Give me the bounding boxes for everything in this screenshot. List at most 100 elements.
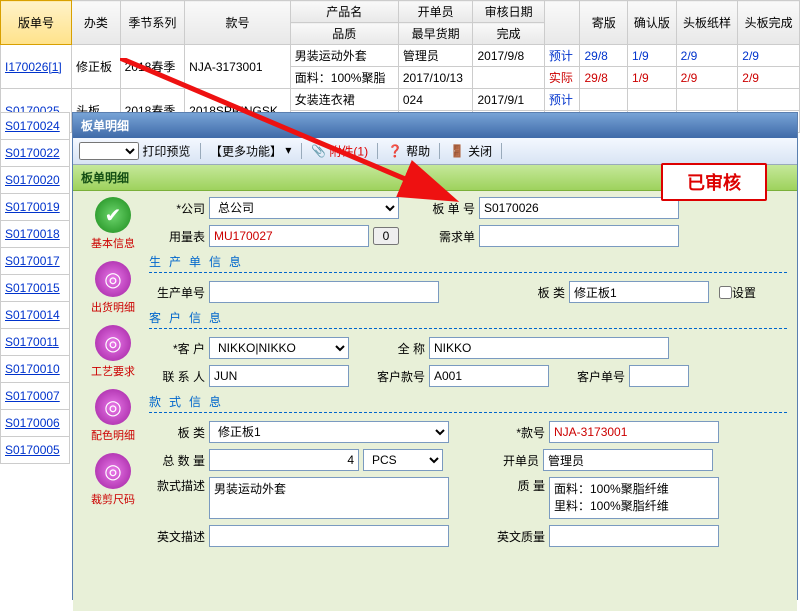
module-icon: ◎ — [95, 325, 131, 361]
bancat-field[interactable] — [569, 281, 709, 303]
banno-field[interactable] — [479, 197, 679, 219]
toolbar: 打印预览 【更多功能】 ▾ 📎 附件(1) ❓ 帮助 🚪 关闭 — [73, 138, 797, 165]
toolbar-select[interactable] — [79, 142, 139, 160]
detail-form: *公司 总公司 板 单 号 用量表 0 需求单 生产单信息 生产单号 板 类 设… — [149, 197, 787, 547]
fullname-label: 全 称 — [369, 340, 425, 357]
section-customer: 客户信息 — [149, 309, 787, 329]
module-icon: ◎ — [95, 261, 131, 297]
door-icon: 🚪 — [450, 144, 465, 158]
approved-stamp: 已审核 — [661, 163, 767, 201]
table-row: I170026[1] 修正板 2018春季 NJA-3173001 男装运动外套… — [1, 45, 800, 67]
nav-item[interactable]: ◎裁剪尺码 — [83, 453, 143, 507]
quality-label: 质 量 — [489, 477, 545, 494]
quality-field[interactable]: 面料：100%聚脂纤维 里料：100%聚脂纤维 — [549, 477, 719, 519]
col-confirm[interactable]: 确认版 — [628, 1, 677, 45]
customer-select[interactable]: NIKKO|NIKKO — [209, 337, 349, 359]
col-sample-done[interactable]: 头板完成 — [738, 1, 800, 45]
custban-field[interactable] — [629, 365, 689, 387]
opener-field[interactable] — [543, 449, 713, 471]
sidebar-link[interactable]: S0170024 — [5, 119, 60, 133]
col-season[interactable]: 季节系列 — [120, 1, 185, 45]
setting-checkbox[interactable] — [719, 286, 732, 299]
nav-item[interactable]: ✔基本信息 — [83, 197, 143, 251]
usage-label: 用量表 — [149, 228, 205, 245]
sidebar-link[interactable]: S0170022 — [5, 146, 60, 160]
eng-label: 英文描述 — [149, 528, 205, 545]
col-send[interactable]: 寄版 — [580, 1, 628, 45]
col-earliest[interactable]: 最早货期 — [398, 23, 473, 45]
sidebar-link[interactable]: S0170006 — [5, 416, 60, 430]
bancat2-select[interactable]: 修正板1 — [209, 421, 449, 443]
detail-panel: 板单明细 打印预览 【更多功能】 ▾ 📎 附件(1) ❓ 帮助 🚪 关闭 板单明… — [72, 112, 798, 600]
attachment-button[interactable]: 附件(1) — [329, 145, 368, 159]
row-link[interactable]: I170026[1] — [5, 60, 62, 74]
nav-item[interactable]: ◎出货明细 — [83, 261, 143, 315]
usage-button[interactable]: 0 — [373, 227, 399, 245]
company-select[interactable]: 总公司 — [209, 197, 399, 219]
desc-label: 款式描述 — [149, 477, 205, 494]
custno-label: 客户款号 — [369, 368, 425, 385]
sidebar-link[interactable]: S0170015 — [5, 281, 60, 295]
usage-field[interactable] — [209, 225, 369, 247]
sidebar-link[interactable]: S0170017 — [5, 254, 60, 268]
col-opener[interactable]: 开单员 — [398, 1, 473, 23]
sidebar-link[interactable]: S0170010 — [5, 362, 60, 376]
customer-label: *客 户 — [149, 340, 205, 357]
desc-field[interactable]: 男装运动外套 — [209, 477, 449, 519]
sidebar-link[interactable]: S0170019 — [5, 200, 60, 214]
section-style: 款式信息 — [149, 393, 787, 413]
col-audit[interactable]: 审核日期 — [473, 1, 544, 23]
eng-field[interactable] — [209, 525, 449, 547]
sidebar-link[interactable]: S0170020 — [5, 173, 60, 187]
help-icon: ❓ — [388, 144, 403, 158]
sidebar-list: S0170024 S0170022 S0170020 S0170019 S0170018… — [0, 112, 70, 464]
banno-label: 板 单 号 — [419, 200, 475, 217]
module-icon: ◎ — [95, 389, 131, 425]
demand-field[interactable] — [479, 225, 679, 247]
engq-field[interactable] — [549, 525, 719, 547]
col-cat[interactable]: 办类 — [72, 1, 121, 45]
col-quality[interactable]: 品质 — [290, 23, 398, 45]
qty-field[interactable] — [209, 449, 359, 471]
fullname-field[interactable] — [429, 337, 669, 359]
col-style[interactable]: 款号 — [185, 1, 291, 45]
col-prod[interactable]: 产品名 — [290, 1, 398, 23]
paperclip-icon: 📎 — [311, 144, 326, 158]
contact-field[interactable] — [209, 365, 349, 387]
col-done[interactable]: 完成 — [473, 23, 544, 45]
side-nav: ✔基本信息 ◎出货明细 ◎工艺要求 ◎配色明细 ◎裁剪尺码 — [83, 197, 143, 517]
section-production: 生产单信息 — [149, 253, 787, 273]
more-menu[interactable]: 【更多功能】 ▾ — [210, 143, 291, 157]
unit-select[interactable]: PCS — [363, 449, 443, 471]
sidebar-link[interactable]: S0170011 — [5, 335, 59, 349]
nav-item[interactable]: ◎配色明细 — [83, 389, 143, 443]
sidebar-link[interactable]: S0170007 — [5, 389, 60, 403]
sidebar-link[interactable]: S0170005 — [5, 443, 60, 457]
setting-label: 设置 — [732, 284, 756, 301]
custban-label: 客户单号 — [569, 368, 625, 385]
col-sample[interactable]: 头板纸样 — [676, 1, 738, 45]
col-blank[interactable] — [544, 1, 580, 45]
prodno-label: 生产单号 — [149, 284, 205, 301]
custno-field[interactable] — [429, 365, 549, 387]
sidebar-link[interactable]: S0170018 — [5, 227, 60, 241]
nav-item[interactable]: ◎工艺要求 — [83, 325, 143, 379]
company-label: *公司 — [149, 200, 205, 217]
styleno-field[interactable] — [549, 421, 719, 443]
print-preview-button[interactable]: 打印预览 — [142, 145, 190, 159]
help-button[interactable]: 帮助 — [406, 145, 430, 159]
sidebar-link[interactable]: S0170014 — [5, 308, 60, 322]
panel-title: 板单明细 — [73, 113, 797, 138]
close-button[interactable]: 关闭 — [468, 145, 492, 159]
demand-label: 需求单 — [419, 228, 475, 245]
engq-label: 英文质量 — [489, 528, 545, 545]
bancat2-label: 板 类 — [149, 424, 205, 441]
module-icon: ◎ — [95, 453, 131, 489]
check-icon: ✔ — [95, 197, 131, 233]
prodno-field[interactable] — [209, 281, 439, 303]
table-row: S0170025 头板 2018春季 2018SPRINGSK 女装连衣裙 02… — [1, 89, 800, 111]
panel-subtitle: 板单明细 已审核 — [73, 165, 797, 191]
col-ban-no[interactable]: 版单号 — [1, 1, 72, 45]
styleno-label: *款号 — [489, 424, 545, 441]
opener-label: 开单员 — [483, 452, 539, 469]
